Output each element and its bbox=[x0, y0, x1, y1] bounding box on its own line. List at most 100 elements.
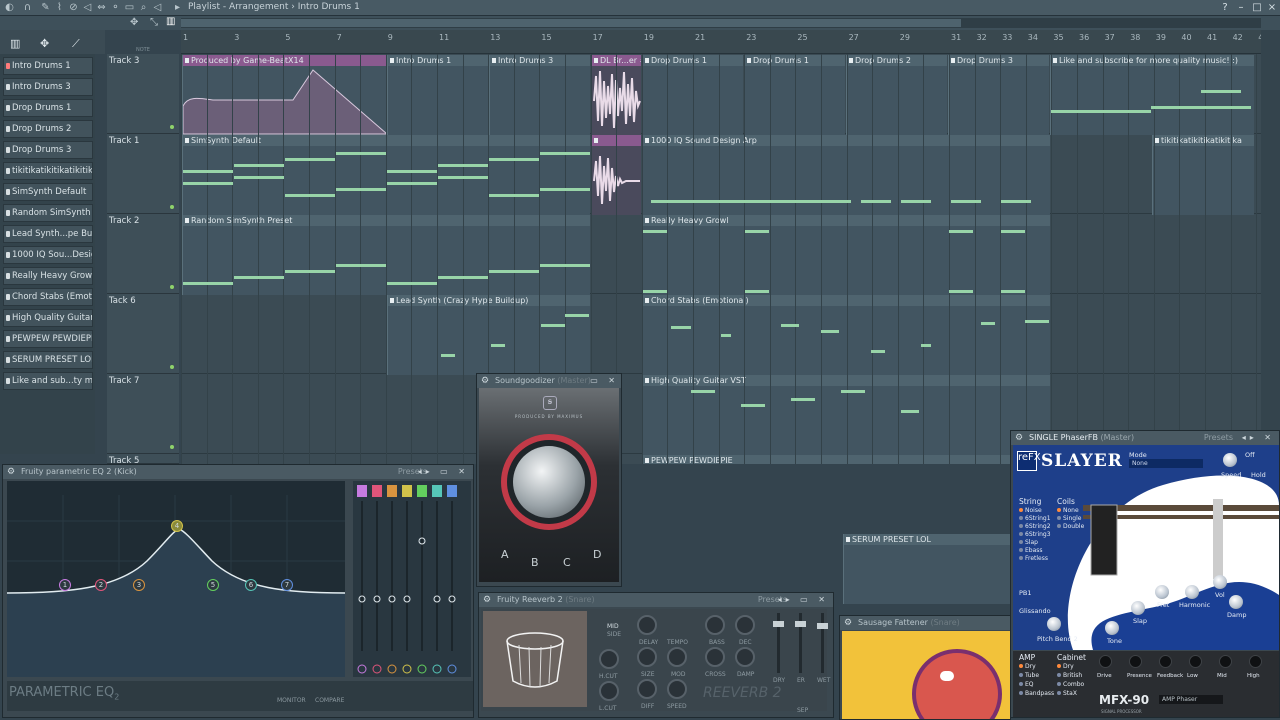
radio-option[interactable]: Ebass bbox=[1019, 547, 1043, 554]
minimize-button[interactable]: – bbox=[1234, 1, 1248, 14]
slap-knob[interactable] bbox=[1131, 601, 1145, 615]
gear-icon[interactable]: ⚙ bbox=[1015, 431, 1023, 445]
radio-option[interactable]: Noise bbox=[1019, 507, 1042, 514]
radio-option[interactable]: Dry bbox=[1057, 663, 1074, 670]
track-led[interactable] bbox=[170, 205, 174, 209]
window-buttons[interactable]: ◂▸ ▭ ✕ bbox=[778, 593, 829, 607]
size-knob[interactable] bbox=[637, 647, 657, 667]
pattern-item[interactable]: SimSynth Default bbox=[3, 183, 93, 201]
band-fader-track[interactable] bbox=[421, 501, 423, 651]
eq-band-handle[interactable]: 3 bbox=[133, 579, 145, 591]
gear-icon[interactable]: ⚙ bbox=[481, 374, 489, 388]
tone-knob[interactable] bbox=[1105, 621, 1119, 635]
monitor-label[interactable]: MONITOR bbox=[277, 697, 306, 704]
band-knob[interactable] bbox=[432, 664, 442, 674]
tempo-button[interactable]: TEMPO bbox=[667, 639, 688, 646]
band-color-swatch[interactable] bbox=[372, 485, 382, 497]
cross-knob[interactable] bbox=[705, 647, 725, 667]
lcut-knob[interactable] bbox=[599, 681, 619, 701]
vol-knob[interactable] bbox=[1213, 575, 1227, 589]
pattern-item[interactable]: Chord Stabs (Emotional) bbox=[3, 288, 93, 306]
eq-band-handle[interactable]: 7 bbox=[281, 579, 293, 591]
slayer-titlebar[interactable]: ⚙ SINGLE PhaserFB (Master) Presets ◂▸ ✕ bbox=[1011, 431, 1279, 445]
band-color-swatch[interactable] bbox=[387, 485, 397, 497]
fl-logo-icon[interactable]: ◐ bbox=[4, 2, 15, 13]
band-knob[interactable] bbox=[402, 664, 412, 674]
gear-icon[interactable]: ⚙ bbox=[7, 465, 15, 479]
window-buttons[interactable]: ◂▸ ✕ bbox=[1242, 431, 1275, 445]
track-header[interactable]: Track 7 bbox=[107, 374, 179, 454]
band-color-swatch[interactable] bbox=[432, 485, 442, 497]
soundgoodizer-titlebar[interactable]: ⚙ Soundgoodizer (Master) ▭ ✕ bbox=[477, 374, 621, 388]
eq-band-handle[interactable]: 2 bbox=[95, 579, 107, 591]
band-color-swatch[interactable] bbox=[447, 485, 457, 497]
dry-fader-handle[interactable] bbox=[773, 621, 784, 627]
piano-view-icon[interactable]: ▥ bbox=[10, 37, 20, 50]
radio-option[interactable]: Bandpass bbox=[1019, 690, 1054, 697]
amount-knob[interactable] bbox=[513, 446, 585, 518]
window-buttons[interactable]: ◂▸ ▭ ✕ bbox=[418, 465, 469, 479]
pattern-item[interactable]: Drop Drums 1 bbox=[3, 99, 93, 117]
piano-icon[interactable]: ▥ bbox=[166, 16, 175, 27]
eq-graph[interactable] bbox=[6, 481, 346, 677]
eq-band-sliders[interactable] bbox=[353, 481, 471, 677]
eq-band-handle[interactable]: 4 bbox=[171, 520, 183, 532]
scrollbar-thumb[interactable] bbox=[181, 19, 961, 27]
sausage-titlebar[interactable]: ⚙ Sausage Fattener (Snare) bbox=[840, 616, 1010, 630]
eq-titlebar[interactable]: ⚙ Fruity parametric EQ 2 (Kick) Presets … bbox=[3, 465, 473, 479]
radio-option[interactable]: EQ bbox=[1019, 681, 1034, 688]
amp-knob[interactable] bbox=[1159, 655, 1172, 668]
pattern-item[interactable]: Lead Synth...pe Buildup) bbox=[3, 225, 93, 243]
amp-knob[interactable] bbox=[1249, 655, 1262, 668]
dec-knob[interactable] bbox=[735, 615, 755, 635]
harmonic-knob[interactable] bbox=[1185, 585, 1199, 599]
band-color-swatch[interactable] bbox=[357, 485, 367, 497]
mute-icon[interactable]: ◁ bbox=[82, 2, 93, 13]
vertical-scrollbar[interactable] bbox=[1261, 30, 1280, 460]
pattern-item[interactable]: Drop Drums 3 bbox=[3, 141, 93, 159]
hcut-knob[interactable] bbox=[599, 649, 619, 669]
band-fader-track[interactable] bbox=[376, 501, 378, 651]
band-knob[interactable] bbox=[357, 664, 367, 674]
band-knob[interactable] bbox=[447, 664, 457, 674]
zoom-icon[interactable]: ⌕ bbox=[138, 2, 149, 13]
amp-knob[interactable] bbox=[1189, 655, 1202, 668]
move-icon[interactable]: ✥ bbox=[130, 17, 138, 28]
gear-icon[interactable]: ⚙ bbox=[844, 616, 852, 630]
eq-band-handle[interactable]: 6 bbox=[245, 579, 257, 591]
band-fader-track[interactable] bbox=[406, 501, 408, 651]
band-fader-track[interactable] bbox=[451, 501, 453, 651]
fret-knob[interactable] bbox=[1155, 585, 1169, 599]
track-header[interactable]: Track 1 bbox=[107, 134, 179, 214]
radio-option[interactable]: British bbox=[1057, 672, 1082, 679]
radio-option[interactable]: Tube bbox=[1019, 672, 1039, 679]
pattern-clip[interactable]: Drop Drums 2 bbox=[846, 55, 947, 135]
pattern-item[interactable]: Really Heavy Growl bbox=[3, 267, 93, 285]
eq-band-handle[interactable]: 5 bbox=[207, 579, 219, 591]
mode-b-button[interactable]: B bbox=[531, 556, 539, 569]
window-buttons[interactable]: ▭ ✕ bbox=[590, 374, 619, 388]
delete-icon[interactable]: ⊘ bbox=[68, 2, 79, 13]
track-header[interactable]: Track 5 bbox=[107, 454, 179, 466]
channel-view-icon[interactable]: ✥ bbox=[40, 37, 49, 50]
radio-option[interactable]: Double bbox=[1057, 523, 1084, 530]
slice-icon[interactable]: ⚬ bbox=[110, 2, 121, 13]
radio-option[interactable]: 6String1 bbox=[1019, 515, 1051, 522]
maximize-button[interactable]: □ bbox=[1250, 1, 1264, 14]
eq-band-handle[interactable]: 1 bbox=[59, 579, 71, 591]
radio-option[interactable]: Slap bbox=[1019, 539, 1038, 546]
playlist-grid[interactable]: Produced by Game-BeatX14 Intro Drums 1 I… bbox=[181, 54, 1261, 464]
band-color-swatch[interactable] bbox=[402, 485, 412, 497]
radio-option[interactable]: StaX bbox=[1057, 690, 1077, 697]
mode-d-button[interactable]: D bbox=[593, 548, 601, 561]
slip-icon[interactable]: ⇔ bbox=[96, 2, 107, 13]
mod-knob[interactable] bbox=[667, 647, 687, 667]
pattern-item[interactable]: SERUM PRESET LOL bbox=[3, 351, 93, 369]
mode-a-button[interactable]: A bbox=[501, 548, 509, 561]
speed-knob[interactable] bbox=[667, 679, 687, 699]
pattern-item[interactable]: 1000 IQ Sou...Design Arp bbox=[3, 246, 93, 264]
track-header[interactable]: Tack 6 bbox=[107, 294, 179, 374]
resize-icon[interactable]: ⤡ bbox=[150, 17, 158, 28]
mode-select[interactable]: None bbox=[1129, 459, 1203, 468]
reeverb-titlebar[interactable]: ⚙ Fruity Reeverb 2 (Snare) Presets ◂▸ ▭ … bbox=[479, 593, 833, 607]
